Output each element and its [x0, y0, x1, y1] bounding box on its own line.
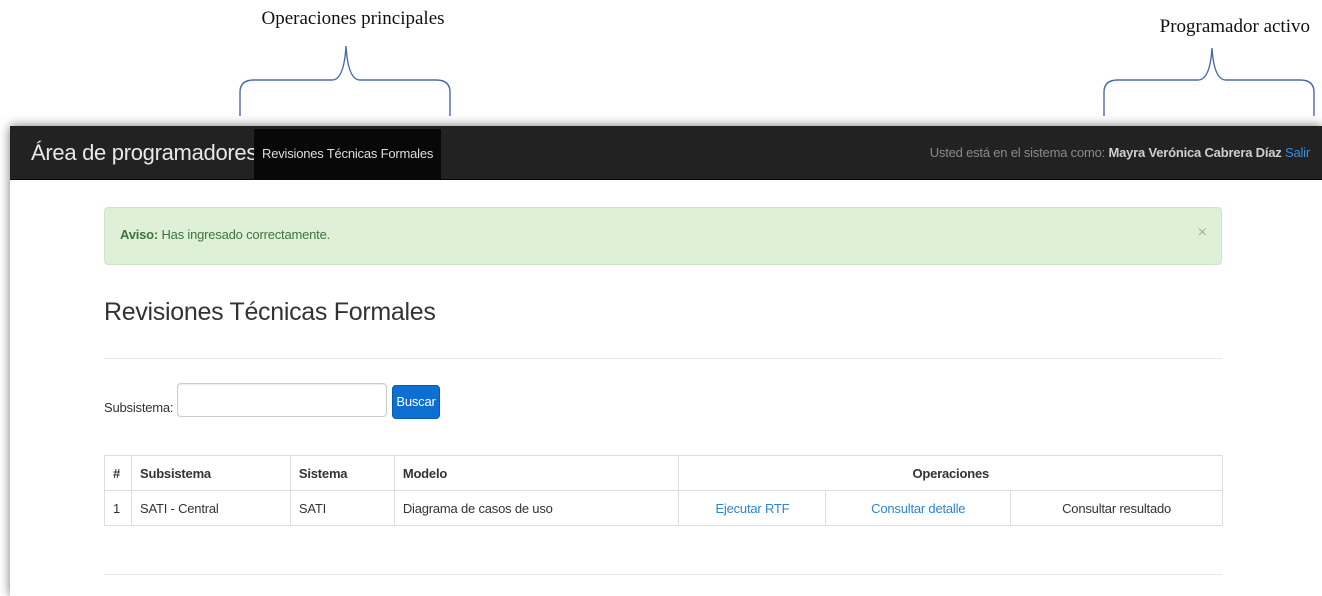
- ejecutar-rtf-link[interactable]: Ejecutar RTF: [715, 501, 789, 516]
- alert-message: Has ingresado correctamente.: [161, 227, 331, 242]
- subsistema-search-input[interactable]: [177, 383, 387, 417]
- cell-op-detalle: Consultar detalle: [825, 490, 1012, 526]
- navbar-brand[interactable]: Área de programadores: [31, 140, 257, 166]
- cell-op-ejecutar: Ejecutar RTF: [678, 490, 827, 526]
- cell-op-resultado: Consultar resultado: [1010, 490, 1223, 526]
- alert-title: Aviso:: [120, 227, 159, 242]
- col-header-sistema: Sistema: [289, 455, 395, 491]
- brace-active-programmer: [1103, 47, 1315, 116]
- rtf-table: # Subsistema Sistema Modelo Operaciones …: [104, 455, 1223, 526]
- top-navbar: Área de programadores Revisiones Técnica…: [10, 126, 1322, 180]
- annotation-main-operations: Operaciones principales: [261, 8, 445, 29]
- cell-num: 1: [104, 490, 132, 526]
- user-prefix: Usted está en el sistema como:: [929, 145, 1106, 160]
- col-header-operaciones: Operaciones: [678, 455, 1223, 491]
- page-title: Revisiones Técnicas Formales: [104, 298, 436, 326]
- navbar-user-info: Usted está en el sistema como: Mayra Ver…: [930, 145, 1310, 160]
- annotation-active-programmer: Programador activo: [1159, 16, 1310, 37]
- col-header-modelo: Modelo: [393, 455, 680, 491]
- table-header-row: # Subsistema Sistema Modelo Operaciones: [104, 455, 1223, 491]
- cell-modelo: Diagrama de casos de uso: [393, 490, 680, 526]
- cell-subsistema: SATI - Central: [130, 490, 291, 526]
- col-header-subsistema: Subsistema: [130, 455, 291, 491]
- brace-main-operations: [239, 45, 451, 116]
- consultar-detalle-link[interactable]: Consultar detalle: [871, 501, 965, 516]
- search-label: Subsistema:: [104, 400, 174, 415]
- col-header-num: #: [104, 455, 132, 491]
- logout-link[interactable]: Salir: [1285, 145, 1310, 160]
- alert-text: Aviso: Has ingresado correctamente.: [120, 227, 330, 242]
- divider: [104, 358, 1222, 359]
- nav-item-revisiones[interactable]: Revisiones Técnicas Formales: [254, 129, 442, 179]
- close-icon[interactable]: ×: [1198, 224, 1207, 242]
- search-button[interactable]: Buscar: [392, 385, 440, 419]
- success-alert: Aviso: Has ingresado correctamente. ×: [104, 207, 1222, 265]
- cell-sistema: SATI: [289, 490, 395, 526]
- app-window: Área de programadores Revisiones Técnica…: [10, 126, 1322, 596]
- table-row: 1 SATI - Central SATI Diagrama de casos …: [104, 490, 1223, 526]
- user-name: Mayra Verónica Cabrera Díaz: [1108, 145, 1282, 160]
- footer-divider: [104, 574, 1222, 575]
